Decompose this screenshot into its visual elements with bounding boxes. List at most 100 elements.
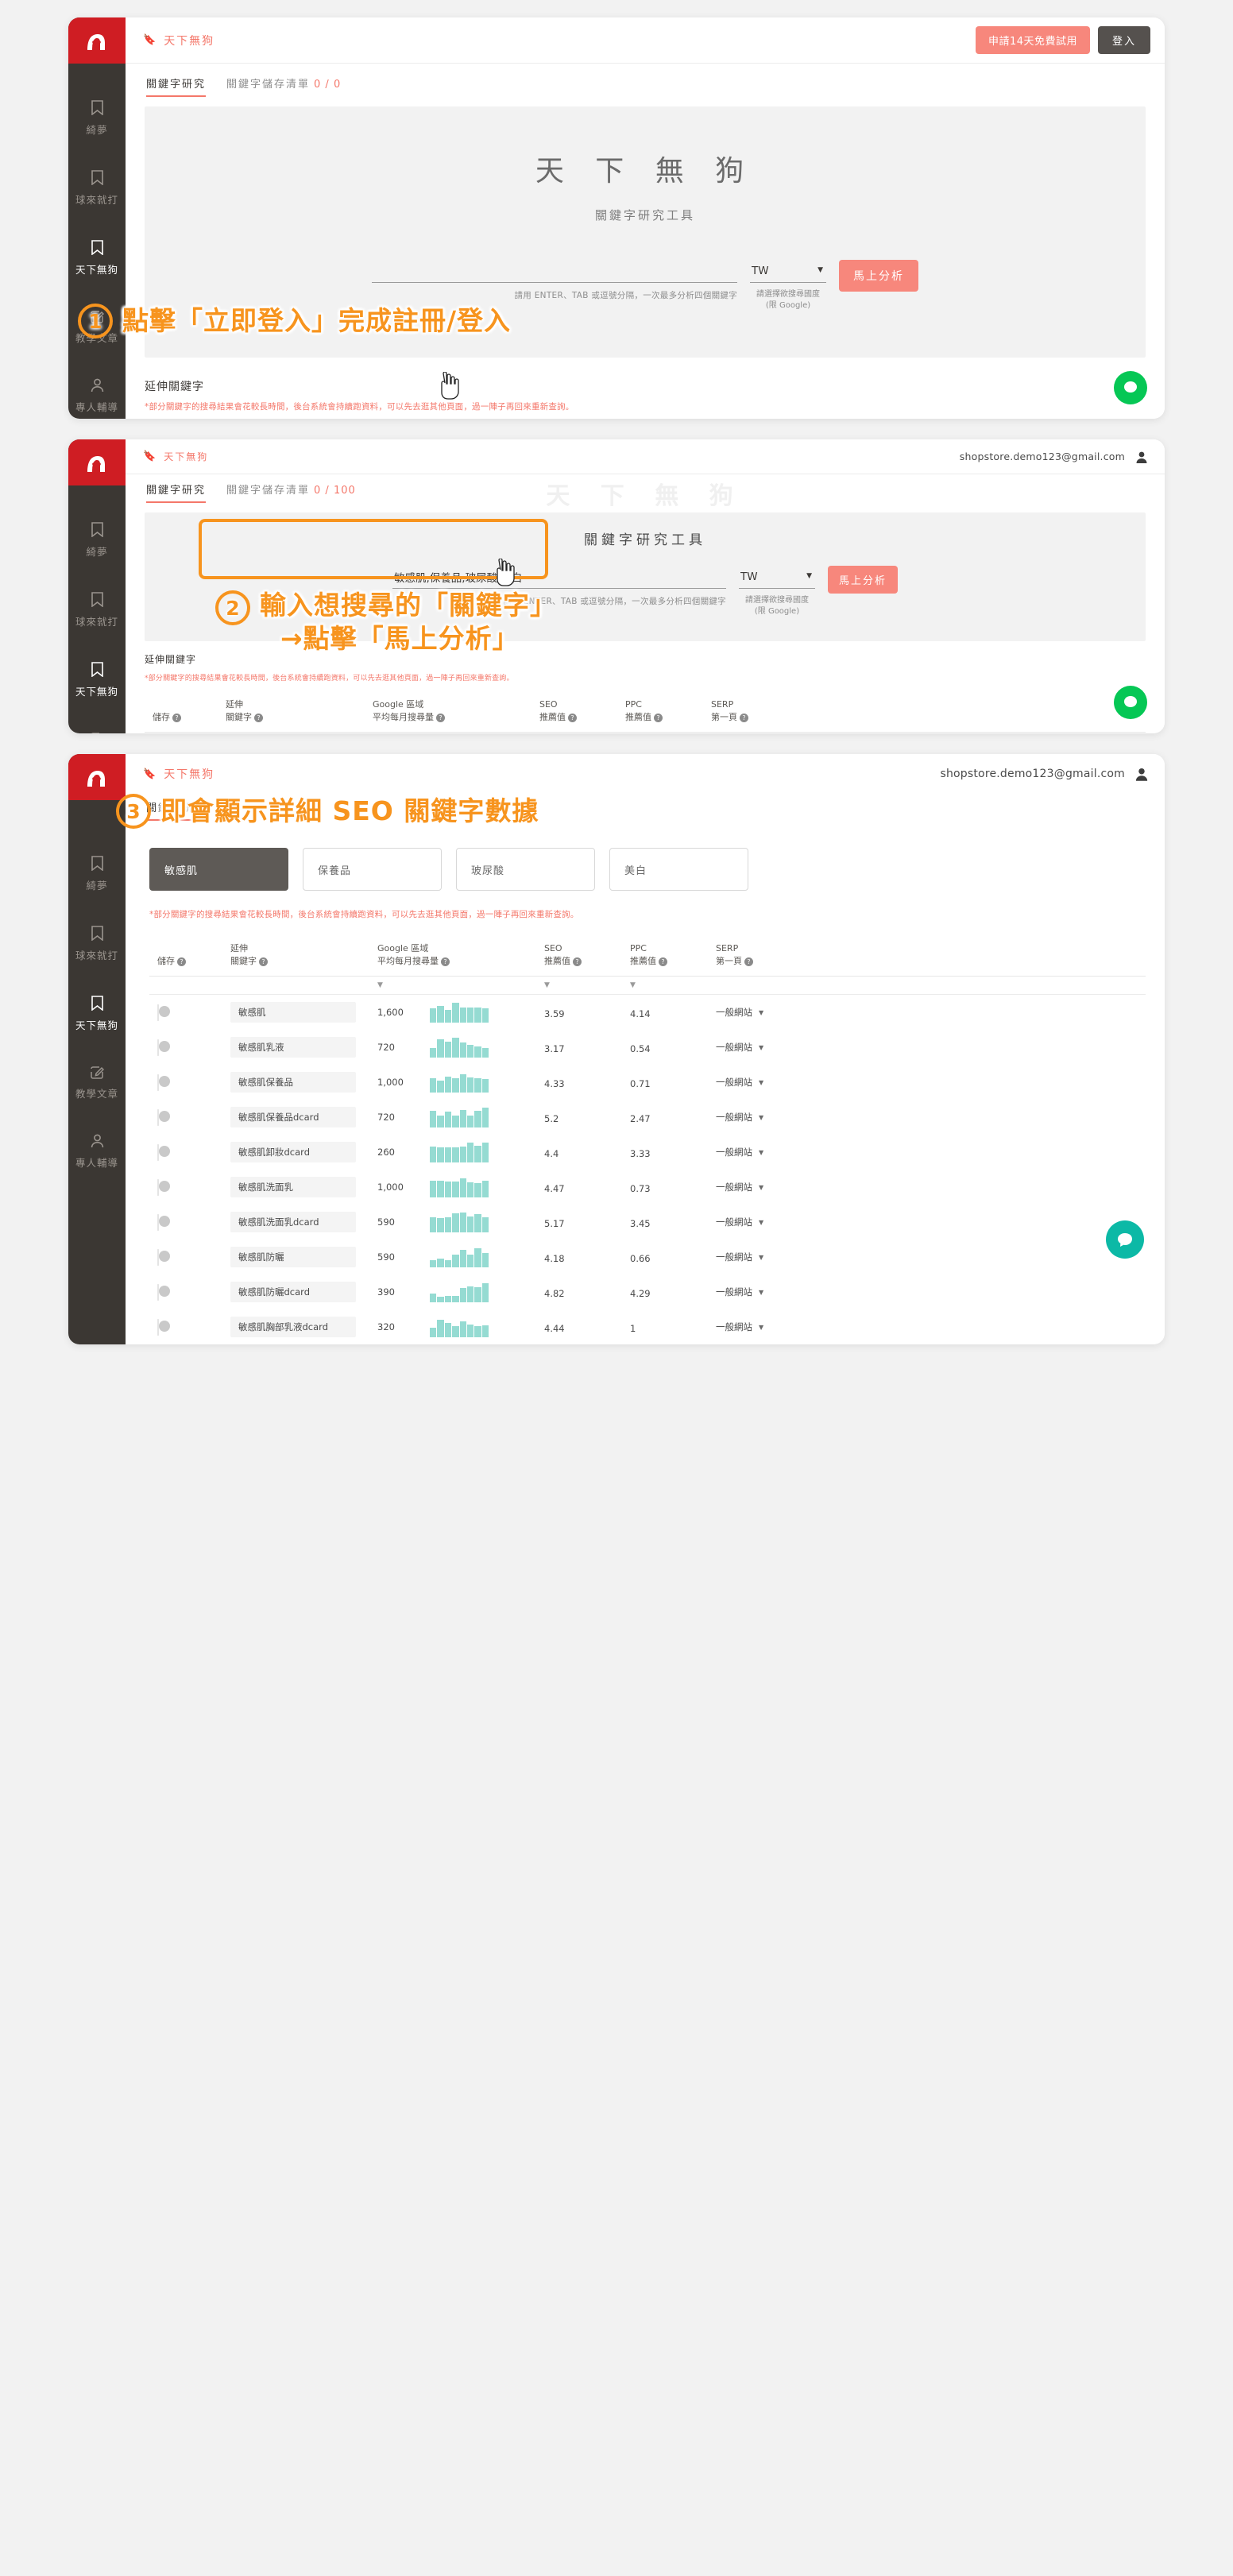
sidebar-item-2[interactable]: 天下無狗 [68, 240, 126, 277]
chevron-down-icon[interactable]: ▼ [759, 1149, 763, 1156]
help-icon[interactable]: ? [177, 957, 186, 966]
chevron-down-icon[interactable]: ▼ [759, 1009, 763, 1016]
sidebar-item-4[interactable]: 專人輔導 [68, 1134, 126, 1170]
serp-cell[interactable]: 一般網站 ▼ [716, 1041, 811, 1054]
brand[interactable]: 🔖 天下無狗 [143, 33, 215, 48]
keyword-input[interactable] [372, 260, 737, 283]
chevron-down-icon[interactable]: ▼ [759, 1184, 763, 1191]
chevron-down-icon[interactable]: ▼ [759, 1044, 763, 1051]
save-toggle[interactable] [157, 1318, 159, 1336]
help-icon[interactable]: ? [654, 714, 663, 722]
sort-ppc-icon[interactable]: ▼ [630, 981, 716, 989]
tab-keyword-research[interactable]: 關鍵字研究 [146, 75, 207, 97]
save-toggle[interactable] [157, 1039, 159, 1056]
serp-cell[interactable]: 一般網站 ▼ [716, 1286, 811, 1298]
serp-cell[interactable]: 一般網站 ▼ [716, 1181, 811, 1193]
app-logo[interactable] [68, 754, 126, 800]
column-header-2[interactable]: Google 區域 平均每月搜尋量? [377, 942, 544, 968]
sidebar-item-0[interactable]: 綺夢 [68, 522, 126, 559]
chevron-down-icon[interactable]: ▼ [759, 1289, 763, 1296]
main-content: 🔖 天下無狗 申請14天免費試用 登入 關鍵字研究 關鍵字儲存清單0 / 0 [126, 17, 1165, 419]
tab-saved-keywords[interactable]: 關鍵字儲存清單 0 / 0 [226, 75, 341, 97]
free-trial-button[interactable]: 申請14天免費試用 [975, 26, 1090, 54]
sort-volume-icon[interactable]: ▼ [377, 981, 544, 989]
serp-cell[interactable]: 一般網站 ▼ [716, 1251, 811, 1263]
keyword-tab-0[interactable]: 敏感肌 [149, 848, 288, 891]
save-toggle[interactable] [157, 1004, 159, 1021]
save-toggle[interactable] [157, 1108, 159, 1126]
sidebar-item-3[interactable]: 教學文章 [68, 1066, 126, 1100]
help-icon[interactable]: ? [441, 957, 450, 966]
keyword-tab-3[interactable]: 美白 [609, 848, 748, 891]
tab-keyword-research[interactable]: 關鍵字研究 [146, 482, 207, 503]
save-toggle[interactable] [157, 1143, 159, 1161]
column-header-2[interactable]: Google 區域 平均每月搜尋量? [373, 698, 539, 724]
column-header-5[interactable]: SERP 第一頁? [711, 698, 806, 724]
analyze-button[interactable]: 馬上分析 [839, 260, 918, 292]
sidebar-item-1[interactable]: 球來就打 [68, 592, 126, 629]
sort-seo-icon[interactable]: ▼ [544, 981, 630, 989]
app-logo[interactable] [68, 439, 126, 485]
sidebar-item-1[interactable]: 球來就打 [68, 170, 126, 207]
save-toggle[interactable] [157, 1073, 159, 1091]
help-icon[interactable]: ? [254, 714, 263, 722]
sidebar-item-0[interactable]: 綺夢 [68, 100, 126, 137]
sidebar-item-2[interactable]: 天下無狗 [68, 996, 126, 1032]
keyword-tab-2[interactable]: 玻尿酸 [456, 848, 595, 891]
sidebar-item-3[interactable]: 教學文章 [68, 732, 126, 733]
serp-cell[interactable]: 一般網站 ▼ [716, 1146, 811, 1158]
avatar[interactable] [1133, 448, 1150, 466]
column-header-3[interactable]: SEO 推薦值? [544, 942, 630, 968]
help-icon[interactable]: ? [740, 714, 748, 722]
chevron-down-icon[interactable]: ▼ [759, 1079, 763, 1086]
save-toggle[interactable] [157, 1213, 159, 1231]
chevron-down-icon[interactable]: ▼ [759, 1114, 763, 1121]
tab-saved-keywords[interactable]: 關鍵字儲存清單 0 / 100 [226, 482, 356, 503]
help-icon[interactable]: ? [436, 714, 445, 722]
help-icon[interactable]: ? [659, 957, 667, 966]
country-select[interactable] [738, 566, 815, 589]
column-header-3[interactable]: SEO 推薦值? [539, 698, 625, 724]
sidebar-item-1[interactable]: 球來就打 [68, 926, 126, 962]
keyword-tab-1[interactable]: 保養品 [303, 848, 442, 891]
brand[interactable]: 🔖 天下無狗 [143, 450, 208, 463]
sidebar-item-4[interactable]: 專人輔導 [68, 378, 126, 414]
column-header-1[interactable]: 延伸 關鍵字? [226, 698, 373, 724]
help-icon[interactable]: ? [568, 714, 577, 722]
serp-cell[interactable]: 一般網站 ▼ [716, 1006, 811, 1019]
save-toggle[interactable] [157, 1248, 159, 1266]
serp-cell[interactable]: 一般網站 ▼ [716, 1076, 811, 1089]
chat-bubble-icon[interactable] [1106, 1220, 1144, 1259]
column-header-4[interactable]: PPC 推薦值? [625, 698, 711, 724]
chevron-down-icon[interactable]: ▼ [759, 1219, 763, 1226]
save-toggle[interactable] [157, 1283, 159, 1301]
chat-bubble-icon[interactable] [1114, 686, 1147, 719]
avatar[interactable] [1133, 765, 1150, 783]
column-header-1[interactable]: 延伸 關鍵字? [230, 942, 377, 968]
column-header-0[interactable]: 儲存? [157, 942, 230, 968]
chat-bubble-icon[interactable] [1114, 371, 1147, 404]
chevron-down-icon[interactable]: ▼ [759, 1324, 763, 1331]
login-button[interactable]: 登入 [1097, 26, 1150, 54]
serp-cell[interactable]: 一般網站 ▼ [716, 1321, 811, 1333]
help-icon[interactable]: ? [573, 957, 582, 966]
keyword-input[interactable] [392, 566, 726, 589]
serp-cell[interactable]: 一般網站 ▼ [716, 1111, 811, 1124]
analyze-button[interactable]: 馬上分析 [827, 566, 898, 594]
column-header-4[interactable]: PPC 推薦值? [630, 942, 716, 968]
save-toggle[interactable] [157, 1178, 159, 1196]
serp-cell[interactable]: 一般網站 ▼ [716, 1216, 811, 1228]
brand[interactable]: 🔖 天下無狗 [143, 766, 215, 782]
help-icon[interactable]: ? [259, 957, 268, 966]
sidebar-item-0[interactable]: 綺夢 [68, 856, 126, 892]
column-header-0[interactable]: 儲存? [153, 698, 226, 724]
column-header-5[interactable]: SERP 第一頁? [716, 942, 811, 968]
sidebar-item-3[interactable]: 教學文章 [68, 310, 126, 345]
tab-keyword-research[interactable]: 關鍵字研究 [146, 799, 207, 821]
app-logo[interactable] [68, 17, 126, 64]
chevron-down-icon[interactable]: ▼ [759, 1254, 763, 1261]
sidebar-item-2[interactable]: 天下無狗 [68, 662, 126, 698]
help-icon[interactable]: ? [172, 714, 181, 722]
country-select[interactable] [750, 260, 826, 283]
help-icon[interactable]: ? [744, 957, 753, 966]
